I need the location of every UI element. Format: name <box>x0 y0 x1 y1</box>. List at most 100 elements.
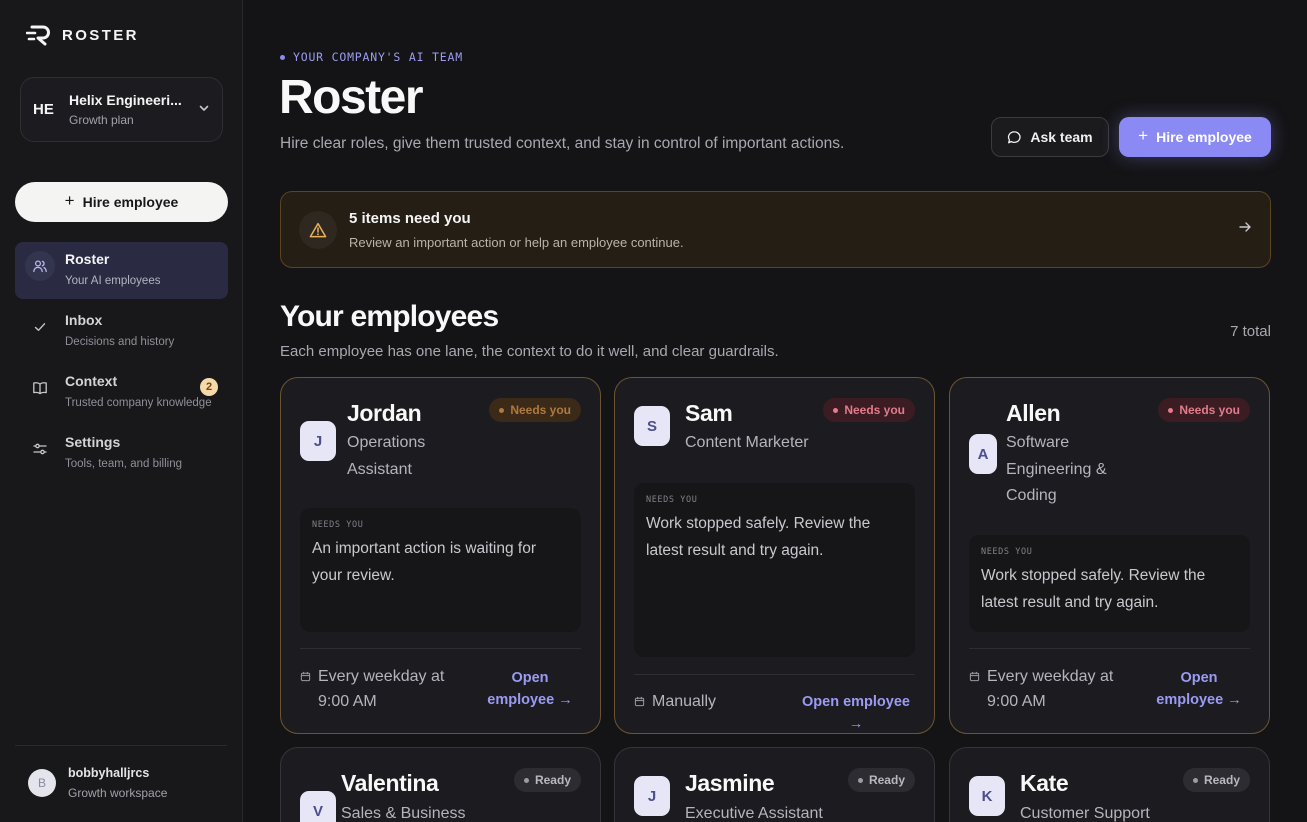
sidebar-nav: Roster Your AI employees Inbox Decisions… <box>15 242 228 486</box>
status-dot-icon <box>523 777 529 783</box>
avatar: K <box>969 776 1005 816</box>
employee-card-kate[interactable]: K Kate Customer Support Ready <box>949 747 1270 822</box>
employees-count: 7 total <box>1230 323 1271 340</box>
sidebar-item-label: Context <box>65 373 118 389</box>
status-badge: Ready <box>1182 768 1250 792</box>
schedule-text: Every weekday at 9:00 AM <box>318 668 445 710</box>
workspace-switcher[interactable]: HE Helix Engineeri... Growth plan <box>20 77 223 142</box>
employee-card-jordan[interactable]: J Jordan Operations Assistant Needs you … <box>280 377 601 734</box>
attention-title: 5 items need you <box>349 209 471 227</box>
sidebar-hire-employee-label: Hire employee <box>82 194 179 210</box>
page-title: Roster <box>279 71 424 124</box>
status-badge: Ready <box>513 768 581 792</box>
employee-name: Valentina <box>341 770 439 796</box>
avatar: A <box>969 434 997 474</box>
sidebar-item-description: Tools, team, and billing <box>65 458 182 470</box>
plus-icon: + <box>1138 126 1149 145</box>
card-divider <box>300 648 581 649</box>
status-dot-icon <box>499 407 505 413</box>
attention-banner[interactable]: 5 items need you Review an important act… <box>280 191 1271 268</box>
eyebrow-text: YOUR COMPANY'S AI TEAM <box>293 50 463 64</box>
workspace-plan: Growth plan <box>69 113 134 127</box>
avatar: J <box>634 776 670 816</box>
sidebar: ROSTER HE Helix Engineeri... Growth plan… <box>0 0 243 822</box>
note-text: An important action is waiting for your … <box>312 540 536 584</box>
note-label: NEEDS YOU <box>981 547 1033 557</box>
plus-icon: + <box>64 191 75 210</box>
sidebar-item-inbox[interactable]: Inbox Decisions and history 2 <box>15 303 228 396</box>
schedule-text: Every weekday at 9:00 AM <box>987 668 1114 710</box>
users-icon <box>25 251 55 281</box>
open-employee-link[interactable]: Open employee → <box>479 667 581 711</box>
needs-you-note: NEEDS YOU An important action is waiting… <box>300 508 581 632</box>
employee-role: Sales & Business <box>341 805 466 822</box>
arrow-right-icon: → <box>1223 692 1242 708</box>
employee-role: Customer Support <box>1020 805 1150 822</box>
avatar: J <box>300 421 336 461</box>
sidebar-item-description: Trusted company knowledge <box>65 397 212 409</box>
avatar: S <box>634 406 670 446</box>
note-label: NEEDS YOU <box>312 520 364 530</box>
user-menu[interactable]: B bobbyhalljrcs Growth workspace <box>28 766 167 800</box>
ask-team-label: Ask team <box>1030 129 1093 145</box>
employee-name: Sam <box>685 400 733 426</box>
status-badge: Needs you <box>489 398 581 422</box>
employee-name: Jordan <box>347 400 422 426</box>
sidebar-item-context[interactable]: Context Trusted company knowledge <box>15 364 228 421</box>
status-badge: Needs you <box>823 398 915 422</box>
user-name: bobbyhalljrcs <box>68 766 150 780</box>
chevron-down-icon <box>192 101 210 119</box>
note-label: NEEDS YOU <box>646 495 698 505</box>
sidebar-item-label: Roster <box>65 251 110 267</box>
workspace-name: Helix Engineeri... <box>69 92 182 108</box>
employee-name: Kate <box>1020 770 1069 796</box>
book-icon <box>25 373 55 403</box>
status-dot-icon <box>1192 777 1198 783</box>
calendar-icon <box>300 671 311 682</box>
status-dot-icon <box>833 407 839 413</box>
schedule: Manually <box>634 690 716 715</box>
schedule: Every weekday at 9:00 AM <box>969 665 1127 714</box>
check-icon <box>25 312 55 342</box>
employee-name: Jasmine <box>685 770 775 796</box>
employee-card-jasmine[interactable]: J Jasmine Executive Assistant Ready <box>614 747 935 822</box>
sidebar-item-roster[interactable]: Roster Your AI employees <box>15 242 228 299</box>
hire-employee-label: Hire employee <box>1156 129 1252 145</box>
employee-name: Allen <box>1006 400 1061 426</box>
needs-you-note: NEEDS YOU Work stopped safely. Review th… <box>634 483 915 657</box>
roster-logo-icon <box>26 25 50 46</box>
employee-card-valentina[interactable]: V Valentina Sales & Business Ready <box>280 747 601 822</box>
open-employee-link[interactable]: Open employee → <box>795 691 917 735</box>
brand-logo[interactable]: ROSTER <box>26 24 139 46</box>
note-text: Work stopped safely. Review the latest r… <box>981 567 1206 611</box>
main-content: YOUR COMPANY'S AI TEAM Roster Hire clear… <box>243 0 1307 822</box>
calendar-icon <box>969 671 980 682</box>
schedule: Every weekday at 9:00 AM <box>300 665 458 714</box>
sidebar-item-label: Inbox <box>65 312 103 328</box>
employee-role: Software Engineering & Coding <box>1006 434 1107 504</box>
card-divider <box>634 674 915 675</box>
eyebrow-dot-icon <box>280 54 285 60</box>
arrow-right-icon: → <box>848 716 864 732</box>
open-employee-link[interactable]: Open employee → <box>1148 667 1250 711</box>
brand-name: ROSTER <box>62 26 139 44</box>
ask-team-button[interactable]: Ask team <box>991 117 1109 157</box>
card-divider <box>969 648 1250 649</box>
status-badge: Ready <box>847 768 915 792</box>
schedule-text: Manually <box>652 693 717 710</box>
employee-role: Content Marketer <box>685 434 809 451</box>
employee-role: Operations Assistant <box>347 434 426 478</box>
status-badge: Needs you <box>1158 398 1250 422</box>
employee-card-allen[interactable]: A Allen Software Engineering & Coding Ne… <box>949 377 1270 734</box>
employee-card-sam[interactable]: S Sam Content Marketer Needs you NEEDS Y… <box>614 377 935 734</box>
app-window: ROSTER HE Helix Engineeri... Growth plan… <box>0 0 1307 822</box>
hire-employee-button[interactable]: + Hire employee <box>1119 117 1271 157</box>
avatar: B <box>28 769 56 797</box>
sidebar-item-settings[interactable]: Settings Tools, team, and billing <box>15 425 228 482</box>
note-text: Work stopped safely. Review the latest r… <box>646 515 871 559</box>
attention-subtitle: Review an important action or help an em… <box>349 234 684 250</box>
needs-you-note: NEEDS YOU Work stopped safely. Review th… <box>969 535 1250 632</box>
chat-bubble-icon <box>1008 130 1021 143</box>
page-eyebrow: YOUR COMPANY'S AI TEAM <box>280 50 463 64</box>
sidebar-hire-employee-button[interactable]: + Hire employee <box>15 182 228 222</box>
